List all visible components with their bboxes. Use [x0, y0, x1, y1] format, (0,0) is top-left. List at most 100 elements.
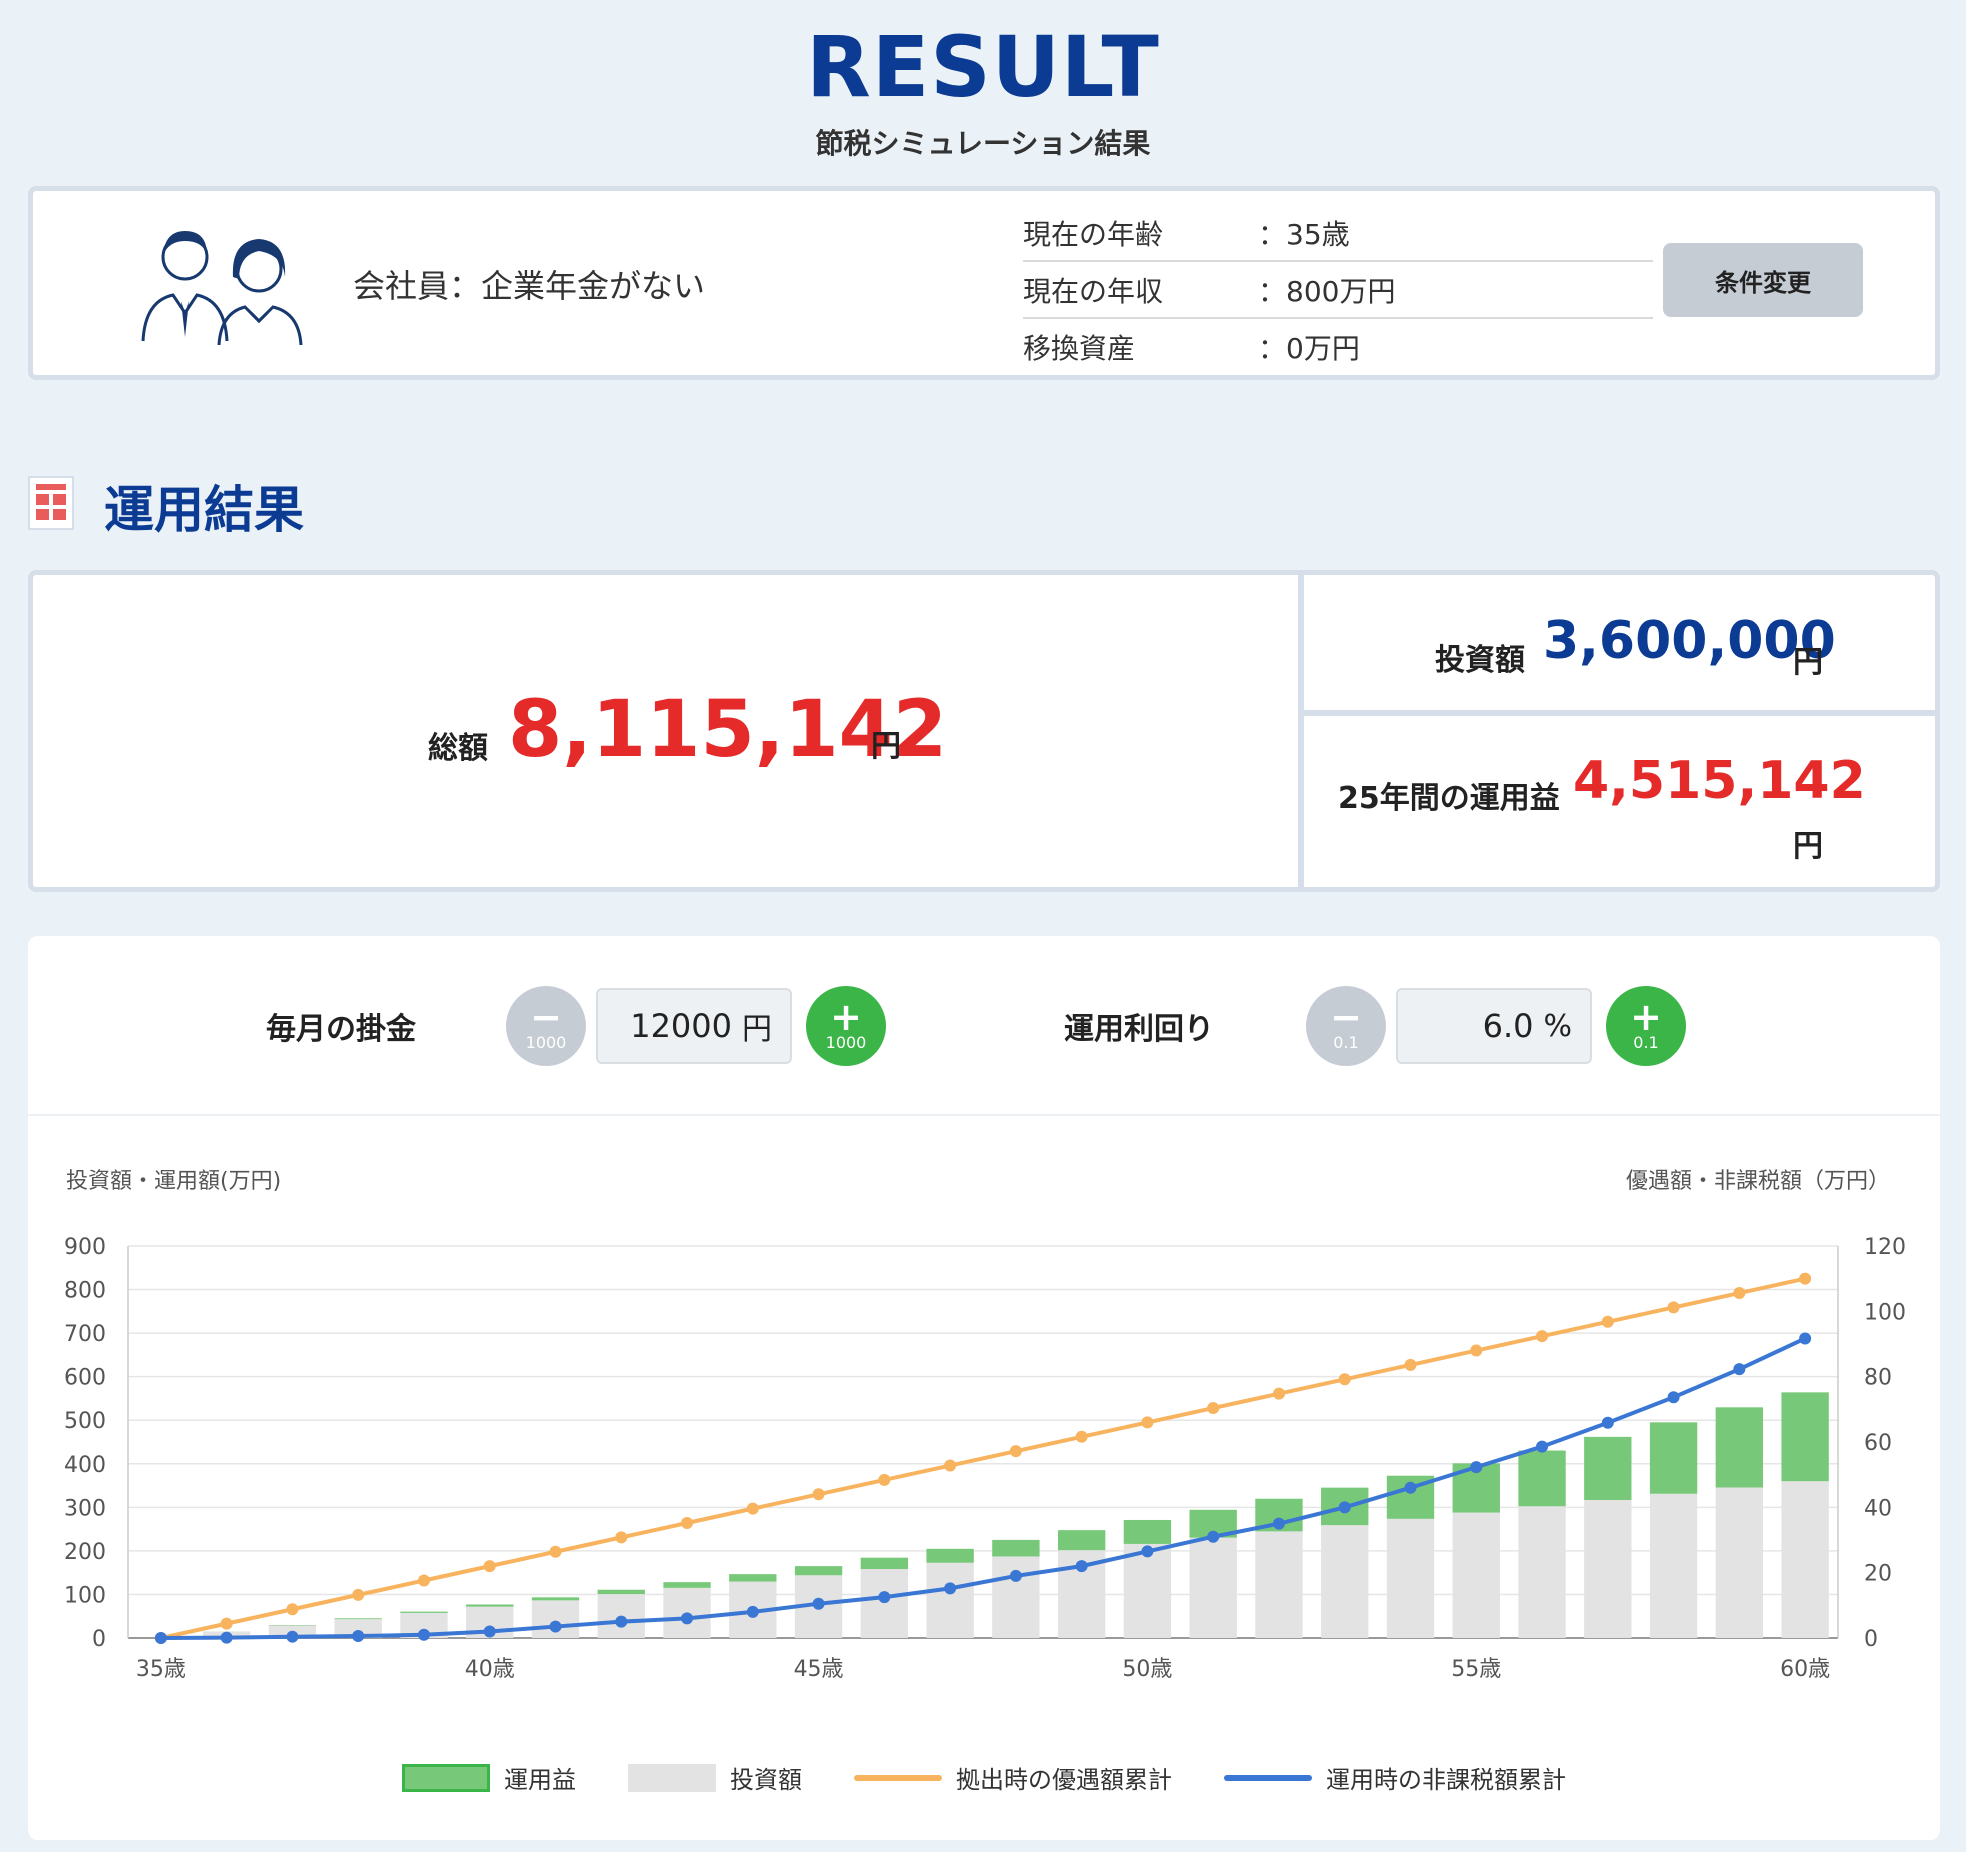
total-unit: 円 — [871, 729, 901, 764]
contribution-benefit-point — [1799, 1272, 1812, 1285]
bar-investment — [1321, 1525, 1369, 1638]
contribution-benefit-point — [352, 1588, 365, 1601]
section-title: 運用結果 — [104, 481, 304, 539]
bar-gain — [729, 1574, 777, 1582]
bar-gain — [1649, 1422, 1698, 1494]
bar-investment — [1584, 1500, 1632, 1638]
gain-value: 4,515,142 — [1573, 751, 1866, 811]
gain-label: 25年間の運用益 — [1338, 781, 1560, 816]
tax-exempt-point — [1075, 1560, 1088, 1573]
contribution-benefit-point — [1733, 1287, 1746, 1300]
legend-label: 投資額 — [730, 1766, 802, 1794]
tax-exempt-point — [1667, 1391, 1680, 1404]
info-value: ：0万円 — [1258, 331, 1360, 365]
legend-item-contribution-benefit[interactable]: 拠出時の優遇額累計 — [854, 1760, 1172, 1795]
page-subtitle: 節税シミュレーション結果 — [815, 127, 1151, 160]
bar-gain — [400, 1611, 448, 1613]
y-tick-label-right: 60 — [1864, 1431, 1892, 1456]
investment-label: 投資額 — [1435, 643, 1525, 678]
contribution-benefit-point — [1075, 1430, 1088, 1443]
chart-card: 毎月の掛金 − 1000 12000 円 + 1000 運用利回り − 0.1 … — [28, 936, 1940, 1840]
x-tick-label: 45歳 — [794, 1657, 844, 1682]
y-tick-label-left: 200 — [64, 1540, 106, 1565]
legend-item-gain[interactable]: 運用益 — [402, 1760, 576, 1795]
tax-exempt-point — [154, 1632, 167, 1644]
y-tick-label-left: 600 — [64, 1366, 106, 1391]
y-tick-label-left: 0 — [92, 1627, 106, 1652]
tax-exempt-point — [352, 1630, 365, 1643]
y-tick-label-right: 120 — [1864, 1235, 1906, 1260]
y-tick-label-left: 500 — [64, 1409, 106, 1434]
contribution-benefit-point — [549, 1545, 562, 1558]
investment-value: 3,600,000 — [1543, 611, 1836, 671]
legend-item-investment[interactable]: 投資額 — [628, 1760, 802, 1795]
bar-gain — [466, 1604, 514, 1607]
bar-investment — [860, 1569, 909, 1638]
y-tick-label-left: 800 — [64, 1279, 106, 1304]
calculator-icon — [28, 476, 74, 530]
bar-gain — [597, 1589, 645, 1595]
contribution-benefit-point — [1272, 1387, 1285, 1400]
legend-item-tax-exempt[interactable]: 運用時の非課税額累計 — [1224, 1760, 1566, 1795]
info-label: 現在の年収 — [1023, 274, 1164, 308]
contribution-benefit-point — [417, 1574, 430, 1587]
tax-exempt-point — [746, 1605, 759, 1618]
x-tick-label: 55歳 — [1451, 1657, 1501, 1682]
bar-investment — [926, 1562, 974, 1638]
tax-exempt-point — [1009, 1569, 1022, 1582]
tax-exempt-point — [681, 1612, 694, 1625]
legend-swatch — [402, 1763, 490, 1792]
bar-gain — [992, 1539, 1040, 1557]
contribution-benefit-point — [1536, 1330, 1549, 1343]
contribution-benefit-point — [944, 1459, 957, 1472]
tax-exempt-point — [1470, 1461, 1483, 1474]
y-tick-label-right: 100 — [1864, 1300, 1906, 1325]
bar-investment — [1715, 1487, 1764, 1638]
contribution-benefit-point — [483, 1560, 496, 1573]
contribution-benefit-point — [1470, 1344, 1483, 1357]
profile-info-table: 現在の年齢 ：35歳 現在の年収 ：800万円 移換資産 ：0万円 — [1023, 205, 1653, 374]
y-tick-label-right: 0 — [1864, 1627, 1878, 1652]
bar-investment — [992, 1556, 1040, 1638]
bar-gain — [531, 1597, 580, 1601]
bar-gain — [663, 1582, 711, 1588]
total-label: 総額 — [428, 731, 488, 766]
legend-swatch — [854, 1774, 942, 1781]
bar-gain — [1518, 1450, 1566, 1507]
profile-card: 会社員：企業年金がない 現在の年齢 ：35歳 現在の年収 ：800万円 移換資産… — [28, 186, 1940, 380]
tax-exempt-point — [878, 1591, 891, 1604]
contribution-benefit-point — [286, 1603, 299, 1616]
tax-exempt-point — [1799, 1332, 1812, 1345]
employment-type: 会社員：企業年金がない — [353, 267, 706, 305]
bar-gain — [1584, 1436, 1632, 1501]
legend-label: 運用時の非課税額累計 — [1326, 1766, 1566, 1794]
bar-investment — [1189, 1537, 1237, 1638]
tax-exempt-point — [1404, 1481, 1417, 1494]
y-tick-label-left: 900 — [64, 1235, 106, 1260]
right-axis-title: 優遇額・非課税額（万円） — [1626, 1169, 1890, 1194]
contribution-benefit-point — [1009, 1445, 1022, 1458]
x-tick-label: 35歳 — [136, 1657, 186, 1682]
legend-swatch — [1224, 1774, 1312, 1781]
bar-gain — [1057, 1530, 1106, 1551]
combo-chart: 投資額・運用額(万円) 優遇額・非課税額（万円）90080070060050040… — [64, 1169, 1906, 1682]
tax-exempt-point — [615, 1615, 628, 1628]
contribution-benefit-point — [1601, 1315, 1614, 1328]
legend-label: 拠出時の優遇額累計 — [956, 1766, 1172, 1794]
info-row-income: 現在の年収 ：800万円 — [1023, 262, 1653, 319]
tax-exempt-point — [220, 1631, 233, 1644]
y-tick-label-right: 20 — [1864, 1562, 1892, 1587]
y-tick-label-left: 400 — [64, 1453, 106, 1478]
tax-exempt-point — [1536, 1440, 1549, 1453]
contribution-benefit-point — [1338, 1373, 1351, 1386]
contribution-benefit-point — [681, 1517, 694, 1530]
tax-exempt-point — [812, 1597, 825, 1610]
change-conditions-button[interactable]: 条件変更 — [1663, 243, 1863, 317]
y-tick-label-left: 100 — [64, 1583, 106, 1608]
bar-investment — [1386, 1518, 1435, 1638]
contribution-benefit-point — [812, 1488, 825, 1501]
legend-label: 運用益 — [504, 1766, 576, 1794]
tax-exempt-point — [417, 1628, 430, 1641]
tax-exempt-point — [549, 1620, 562, 1633]
bar-investment — [1255, 1531, 1303, 1638]
